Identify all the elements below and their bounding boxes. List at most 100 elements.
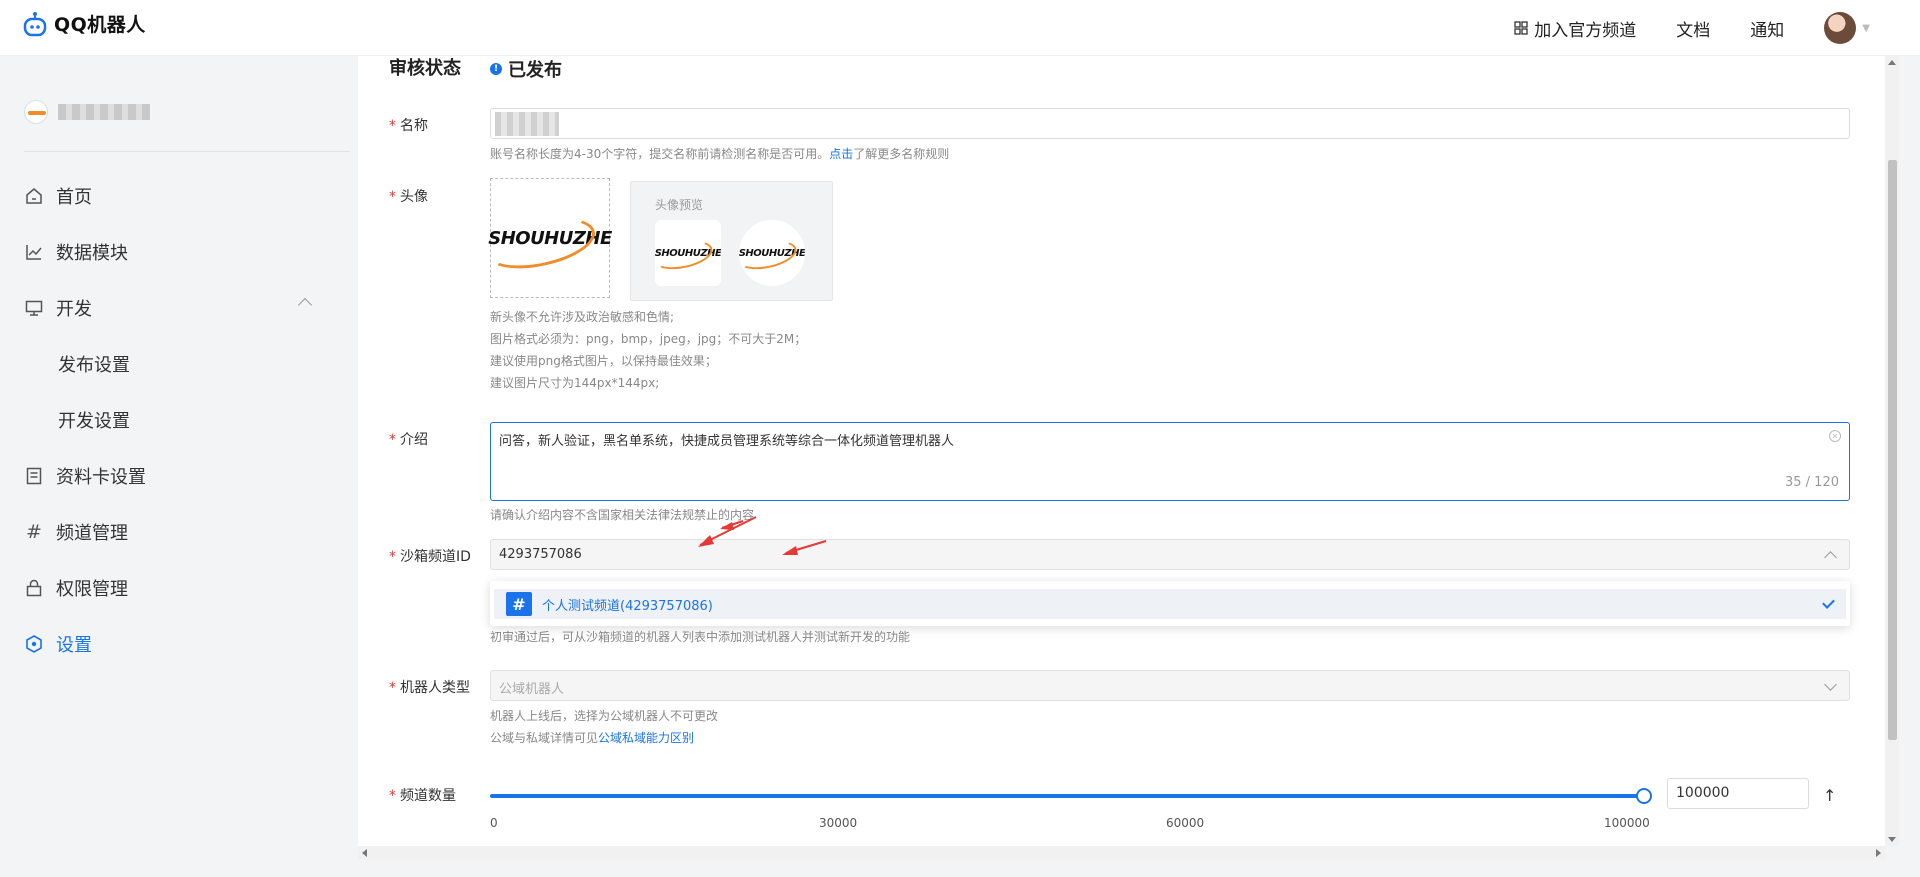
user-avatar	[1824, 12, 1857, 44]
slider-tick-60000: 60000	[1166, 816, 1205, 830]
sandbox-option[interactable]: # 个人测试频道(4293757086)	[494, 589, 1846, 619]
grid-icon	[1514, 21, 1528, 35]
notifications-label: 通知	[1750, 20, 1785, 41]
scroll-thumb[interactable]	[1888, 160, 1897, 740]
caret-down-icon: ▼	[1862, 22, 1870, 34]
sidebar-item-publish-settings[interactable]: 发布设置	[24, 336, 324, 392]
avatar-preview-square: SHOUHUZHE	[655, 220, 721, 286]
scroll-left-icon[interactable]	[362, 849, 367, 857]
sidebar-item-label: 数据模块	[56, 243, 128, 264]
sandbox-label: * 沙箱频道ID	[389, 549, 471, 565]
status-label: 审核状态	[389, 58, 461, 79]
sandbox-select[interactable]: 4293757086	[490, 539, 1850, 570]
sandbox-dropdown: # 个人测试频道(4293757086)	[490, 581, 1850, 626]
settings-form-panel: 审核状态 ! 已发布 * 名称 账号名称长度为4-30个字符，提交名称前请检测名称…	[358, 56, 1886, 846]
channel-count-slider-track[interactable]	[490, 794, 1644, 798]
info-dot-icon: !	[490, 63, 502, 75]
brand-logo[interactable]: QQ机器人	[22, 10, 146, 37]
sidebar-item-develop[interactable]: 开发	[24, 280, 324, 336]
sidebar-item-data[interactable]: 数据模块	[24, 224, 324, 280]
settings-hex-icon	[24, 634, 44, 654]
scroll-down-icon[interactable]	[1888, 837, 1896, 842]
robot-logo-icon	[23, 11, 47, 36]
sidebar-divider	[24, 151, 350, 152]
chevron-up-icon[interactable]	[297, 297, 313, 313]
name-label: * 名称	[389, 118, 428, 134]
avatar-label: * 头像	[389, 189, 428, 205]
avatar-upload[interactable]: SHOUHUZHE	[480, 178, 612, 298]
chevron-down-icon	[1824, 678, 1837, 691]
scroll-right-icon[interactable]	[1876, 849, 1881, 857]
intro-counter: 35 / 120	[1785, 475, 1839, 490]
sidebar-item-label: 设置	[56, 635, 92, 656]
join-channel-link[interactable]: 加入官方频道	[1514, 16, 1636, 41]
bot-type-hint2: 公域与私域详情可见公域私域能力区别	[490, 731, 695, 745]
sidebar-item-label: 发布设置	[58, 355, 130, 376]
horizontal-scrollbar[interactable]	[358, 846, 1885, 860]
status-text: 已发布	[508, 60, 562, 81]
arrow-up-icon[interactable]: ↑	[1823, 786, 1836, 805]
channel-count-input[interactable]: 100000	[1667, 778, 1809, 809]
hash-icon: #	[506, 592, 532, 616]
channel-count-label: * 频道数量	[389, 788, 456, 804]
vertical-scrollbar[interactable]	[1885, 56, 1899, 846]
sidebar-item-permissions[interactable]: 权限管理	[24, 560, 324, 616]
sidebar-item-label: 开发设置	[58, 411, 130, 432]
avatar-preview-circle: SHOUHUZHE	[739, 220, 805, 286]
bot-type-label: * 机器人类型	[389, 680, 470, 696]
sidebar-item-label: 权限管理	[56, 579, 128, 600]
sidebar-item-channel-manage[interactable]: # 频道管理	[24, 504, 324, 560]
sandbox-value: 4293757086	[499, 547, 582, 562]
intro-textarea[interactable]: 问答，新人验证，黑名单系统，快捷成员管理系统等综合一体化频道管理机器人 ✕ 35…	[490, 422, 1850, 501]
name-value-redacted	[495, 112, 559, 136]
docs-label: 文档	[1676, 20, 1711, 41]
slider-tick-0: 0	[490, 816, 498, 830]
domain-diff-link[interactable]: 公域私域能力区别	[598, 731, 694, 745]
name-input[interactable]	[490, 108, 1850, 139]
name-rules-link[interactable]: 点击	[829, 147, 853, 161]
sidebar-item-label: 频道管理	[56, 523, 128, 544]
sidebar-item-label: 资料卡设置	[56, 467, 146, 488]
sidebar-item-label: 首页	[56, 187, 92, 208]
check-icon	[1822, 596, 1835, 609]
sidebar-item-home[interactable]: 首页	[24, 168, 324, 224]
intro-label: * 介绍	[389, 432, 428, 448]
avatar-image: SHOUHUZHE	[480, 208, 612, 277]
slider-handle[interactable]	[1636, 788, 1652, 804]
home-icon	[24, 186, 44, 206]
sidebar-item-settings[interactable]: 设置	[24, 616, 324, 672]
notifications-link[interactable]: 通知	[1750, 16, 1784, 41]
avatar-preview: 头像预览 SHOUHUZHE SHOUHUZHE	[630, 181, 833, 301]
slider-tick-100000: 100000	[1604, 816, 1650, 830]
name-hint: 账号名称长度为4-30个字符，提交名称前请检测名称是否可用。点击了解更多名称规则	[490, 147, 950, 161]
avatar-preview-label: 头像预览	[655, 198, 704, 212]
sidebar-item-label: 开发	[56, 299, 92, 320]
bot-type-select[interactable]: 公域机器人	[490, 670, 1850, 701]
bot-type-placeholder: 公域机器人	[499, 682, 565, 697]
sidebar-item-profile-card[interactable]: 资料卡设置	[24, 448, 324, 504]
header-nav: 加入官方频道 文档 通知 ▼	[1514, 0, 1870, 56]
chevron-up-icon	[1824, 551, 1837, 564]
slider-tick-30000: 30000	[819, 816, 858, 830]
sidebar-item-dev-settings[interactable]: 开发设置	[24, 392, 324, 448]
avatar-hints: 新头像不允许涉及政治敏感和色情; 图片格式必须为：png，bmp，jpeg，jp…	[490, 310, 807, 390]
docs-link[interactable]: 文档	[1676, 16, 1710, 41]
status-value: ! 已发布	[490, 56, 562, 82]
sidebar: 首页 数据模块 开发 发布设置 开发设置 资料卡设置 # 频道管理 权限管理 设…	[0, 56, 354, 877]
lock-icon	[24, 578, 44, 598]
monitor-icon	[24, 298, 44, 318]
clear-icon[interactable]: ✕	[1829, 430, 1841, 442]
top-header: QQ机器人 加入官方频道 文档 通知 ▼	[0, 0, 1920, 56]
brand-name: QQ机器人	[54, 14, 146, 36]
chart-line-icon	[24, 242, 44, 262]
bot-type-hint1: 机器人上线后，选择为公域机器人不可更改	[490, 709, 719, 723]
sidebar-menu: 首页 数据模块 开发 发布设置 开发设置 资料卡设置 # 频道管理 权限管理 设…	[24, 168, 324, 672]
sandbox-hint: 初审通过后，可从沙箱频道的机器人列表中添加测试机器人并测试新开发的功能	[490, 630, 911, 644]
sandbox-option-label: 个人测试频道(4293757086)	[542, 598, 713, 614]
intro-text: 问答，新人验证，黑名单系统，快捷成员管理系统等综合一体化频道管理机器人	[499, 434, 955, 449]
scroll-up-icon[interactable]	[1888, 60, 1896, 65]
bot-avatar	[24, 100, 48, 124]
bot-account[interactable]	[24, 100, 150, 124]
user-menu[interactable]: ▼	[1824, 12, 1870, 44]
channel-count-value: 100000	[1676, 785, 1730, 801]
